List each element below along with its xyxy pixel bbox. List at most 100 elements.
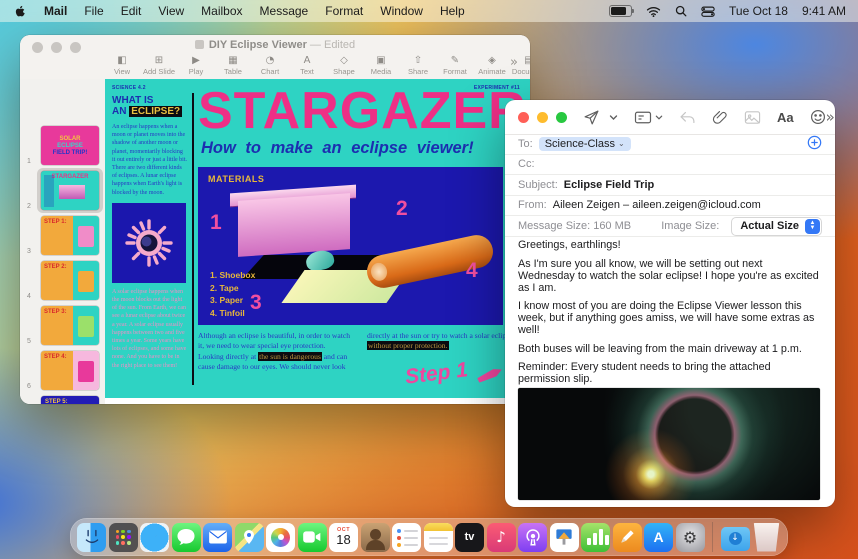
keynote-titlebar[interactable]: DIY Eclipse Viewer — Edited ◧ View ⊞ Add S…: [20, 35, 530, 80]
add-recipient-button[interactable]: [807, 135, 822, 153]
from-value: Aileen Zeigen – aileen.zeigen@icloud.com: [552, 199, 761, 212]
dock-icon-mail[interactable]: [203, 522, 232, 552]
slide-thumbnail-6[interactable]: 6 STEP 4:: [20, 348, 105, 393]
menu-item-message[interactable]: Message: [260, 4, 309, 18]
photo-icon: [744, 110, 761, 124]
emoji-button[interactable]: [810, 109, 826, 125]
cc-label: Cc:: [518, 158, 535, 171]
emoji-smiley-icon: [810, 110, 825, 124]
dock-icon-finder[interactable]: [77, 522, 106, 552]
dock-icon-maps[interactable]: [234, 522, 264, 552]
video-camera-icon: [303, 531, 321, 543]
zoom-button[interactable]: [556, 111, 567, 123]
slide-thumbnail-5[interactable]: 5 STEP 3:: [20, 303, 105, 348]
gear-icon: ⚙: [682, 527, 698, 547]
send-button[interactable]: [583, 109, 600, 126]
format-button[interactable]: Aa: [777, 110, 794, 125]
image-size-select[interactable]: Actual Size ▲ ▼: [731, 216, 822, 236]
menu-bar-clock[interactable]: 9:41 AM: [802, 4, 846, 18]
dock-icon-pages[interactable]: [612, 522, 642, 552]
menu-item-edit[interactable]: Edit: [121, 4, 142, 18]
wifi-icon[interactable]: [646, 6, 661, 17]
dock-icon-keynote[interactable]: [549, 522, 579, 552]
mail-traffic-lights[interactable]: [518, 111, 567, 123]
toolbar-add-slide-button[interactable]: ⊞ Add Slide: [143, 56, 175, 77]
dock-icon-facetime[interactable]: [297, 522, 327, 552]
subject-value: Eclipse Field Trip: [563, 178, 655, 191]
token-chevron-icon: ⌄: [618, 139, 625, 149]
toolbar-chart-button[interactable]: ◔ Chart: [258, 56, 282, 77]
menu-item-view[interactable]: View: [158, 4, 184, 18]
slide-thumbnail-1[interactable]: 1 SOLAR ECLIPSE FIELD TRIP!: [20, 123, 105, 168]
recipient-token[interactable]: Science-Class ⌄: [538, 136, 631, 151]
cc-field[interactable]: Cc:: [505, 155, 835, 175]
from-field[interactable]: From: Aileen Zeigen – aileen.zeigen@iclo…: [505, 196, 835, 216]
toolbar-table-button[interactable]: ▦ Table: [221, 56, 245, 77]
keynote-lectern-icon: [556, 529, 572, 545]
to-field[interactable]: To: Science-Class ⌄: [505, 134, 835, 155]
toolbar-animate-button[interactable]: ◈ Animate: [478, 56, 506, 77]
spotlight-search-icon[interactable]: [675, 5, 687, 17]
dock-icon-numbers[interactable]: [581, 522, 610, 552]
toolbar-overflow-chevrons-icon[interactable]: »: [510, 55, 518, 70]
dock-icon-app-store[interactable]: A: [644, 522, 673, 552]
menu-item-mail[interactable]: Mail: [44, 4, 67, 18]
dock-icon-downloads-folder[interactable]: ↓: [720, 526, 750, 551]
send-options-chevron[interactable]: [609, 114, 618, 121]
slide-thumbnail-4[interactable]: 4 STEP 2:: [20, 258, 105, 303]
reminder-line-icon: [397, 528, 418, 533]
toolbar-document-button[interactable]: ▤Document: [512, 56, 530, 77]
eclipse-photo-attachment[interactable]: [518, 388, 820, 500]
menu-bar-date[interactable]: Tue Oct 18: [729, 4, 788, 18]
menu-item-help[interactable]: Help: [440, 4, 465, 18]
toolbar-shape-button[interactable]: ◇ Shape: [332, 56, 356, 77]
bar-chart-icon: [587, 528, 609, 545]
menu-item-format[interactable]: Format: [325, 4, 363, 18]
subject-field[interactable]: Subject: Eclipse Field Trip: [505, 175, 835, 196]
menu-item-file[interactable]: File: [84, 4, 103, 18]
slide-canvas: SCIENCE 4.2 EXPERIMENT #11 WHAT IS AN EC…: [105, 79, 530, 404]
dock-icon-messages[interactable]: [171, 522, 201, 552]
reply-arrow-icon: [680, 111, 695, 123]
slide-stargazer[interactable]: SCIENCE 4.2 EXPERIMENT #11 WHAT IS AN EC…: [105, 79, 530, 398]
slide-thumbnail-3[interactable]: 3 STEP 1:: [20, 213, 105, 258]
toolbar-text-button[interactable]: A Text: [295, 56, 319, 77]
dock-icon-podcasts[interactable]: [518, 522, 547, 552]
slide-thumbnail-2-selected[interactable]: 2 STARGAZER: [20, 168, 105, 213]
insert-photo-button[interactable]: [744, 110, 761, 125]
dock-icon-calendar[interactable]: OCT 18: [329, 522, 358, 552]
header-fields-icon: [634, 111, 652, 123]
notes-header-icon: [423, 522, 453, 531]
dock-icon-system-settings[interactable]: ⚙: [675, 522, 705, 552]
reply-button[interactable]: [679, 110, 696, 125]
dock-icon-reminders[interactable]: [392, 522, 421, 552]
toolbar-overflow-chevrons-icon[interactable]: »: [826, 108, 835, 126]
dock-icon-photos[interactable]: [266, 522, 295, 552]
dock-icon-notes[interactable]: [423, 522, 453, 552]
battery-icon[interactable]: [609, 5, 635, 17]
dock-icon-tv[interactable]: tv: [455, 522, 484, 552]
control-center-icon[interactable]: [701, 6, 715, 17]
dock-icon-contacts[interactable]: [360, 522, 390, 552]
toolbar-share-button[interactable]: ⇧ Share: [406, 56, 430, 77]
play-icon: ▶: [192, 55, 200, 66]
dock-icon-trash[interactable]: [753, 522, 780, 552]
body-paragraph: Greetings, earthlings!: [518, 239, 621, 251]
dock-icon-music[interactable]: ♪: [486, 522, 516, 552]
minimize-button[interactable]: [537, 111, 548, 123]
toolbar-media-button[interactable]: ▣ Media: [369, 56, 393, 77]
menu-item-mailbox[interactable]: Mailbox: [201, 4, 242, 18]
toolbar-view-button[interactable]: ◧ View: [110, 56, 134, 77]
keynote-toolbar: ◧ View ⊞ Add Slide ▶ Play ▦ Table ◔ Chart A Te…: [110, 53, 530, 79]
attach-button[interactable]: [712, 109, 728, 126]
toolbar-format-button[interactable]: ✎ Format: [443, 56, 467, 77]
dock-icon-safari[interactable]: [140, 522, 169, 552]
header-fields-button[interactable]: [634, 110, 663, 125]
dock-icon-launchpad[interactable]: [108, 522, 138, 552]
menu-item-window[interactable]: Window: [380, 4, 423, 18]
close-button[interactable]: [518, 111, 529, 123]
slide-thumbnail-7[interactable]: 7 STEP 5:: [20, 393, 105, 404]
apple-menu-icon[interactable]: [14, 4, 27, 19]
toolbar-play-button[interactable]: ▶ Play: [184, 55, 208, 77]
step-1-annotation: Step 1: [403, 358, 470, 389]
